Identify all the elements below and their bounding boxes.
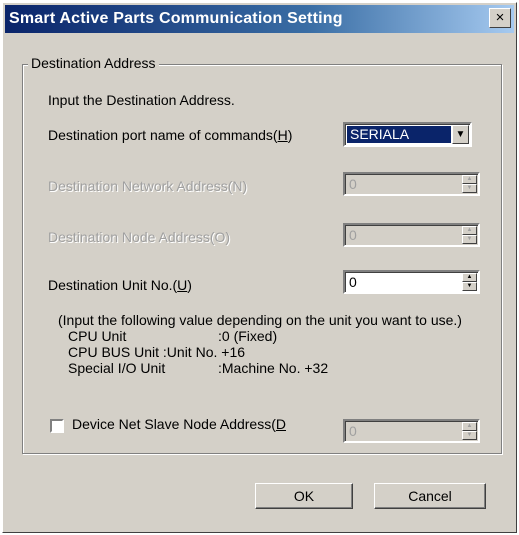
unit-label: Destination Unit No.(U)	[48, 277, 192, 293]
network-address-field: 0 ▲ ▼	[343, 172, 480, 196]
cpu-bus-line: CPU BUS Unit :Unit No. +16	[68, 344, 246, 360]
chevron-down-icon: ▼	[455, 129, 466, 140]
network-spin-icon: ▲ ▼	[462, 175, 477, 193]
unit-no-field[interactable]: 0 ▲ ▼	[343, 270, 480, 294]
cpu-unit-name: CPU Unit	[68, 328, 127, 344]
devicenet-checkbox[interactable]	[50, 419, 64, 433]
port-dropdown-button[interactable]: ▼	[452, 125, 469, 144]
cpu-unit-value: :0 (Fixed)	[218, 328, 278, 344]
close-button[interactable]: ×	[489, 8, 511, 28]
ok-button[interactable]: OK	[255, 483, 353, 509]
node-address-field: 0 ▲ ▼	[343, 223, 480, 247]
devicenet-address-field: 0 ▲ ▼	[343, 419, 480, 443]
port-label: Destination port name of commands(H)	[48, 127, 293, 143]
devicenet-spin-icon: ▲ ▼	[462, 422, 477, 440]
node-value: 0	[349, 227, 357, 243]
special-unit-value: :Machine No. +32	[218, 360, 329, 376]
network-label: Destination Network Address(N)	[48, 178, 248, 194]
node-spin-icon: ▲ ▼	[462, 226, 477, 244]
instruction-text: Input the Destination Address.	[48, 92, 235, 108]
unit-spin-icon[interactable]: ▲ ▼	[462, 273, 477, 291]
window-title: Smart Active Parts Communication Setting	[9, 10, 343, 27]
network-value: 0	[349, 176, 357, 192]
unit-value: 0	[349, 274, 357, 290]
group-legend: Destination Address	[28, 55, 159, 71]
node-label: Destination Node Address(O)	[48, 229, 231, 245]
close-icon: ×	[495, 9, 505, 26]
port-combobox[interactable]: SERIALA ▼	[343, 122, 472, 147]
cancel-button[interactable]: Cancel	[374, 483, 486, 509]
special-unit-name: Special I/O Unit	[68, 360, 166, 376]
port-value: SERIALA	[346, 125, 452, 144]
devicenet-value: 0	[349, 423, 357, 439]
info-line: (Input the following value depending on …	[58, 312, 462, 328]
title-bar[interactable]: Smart Active Parts Communication Setting…	[5, 5, 514, 33]
devicenet-label[interactable]: Device Net Slave Node Address(D	[72, 416, 286, 432]
